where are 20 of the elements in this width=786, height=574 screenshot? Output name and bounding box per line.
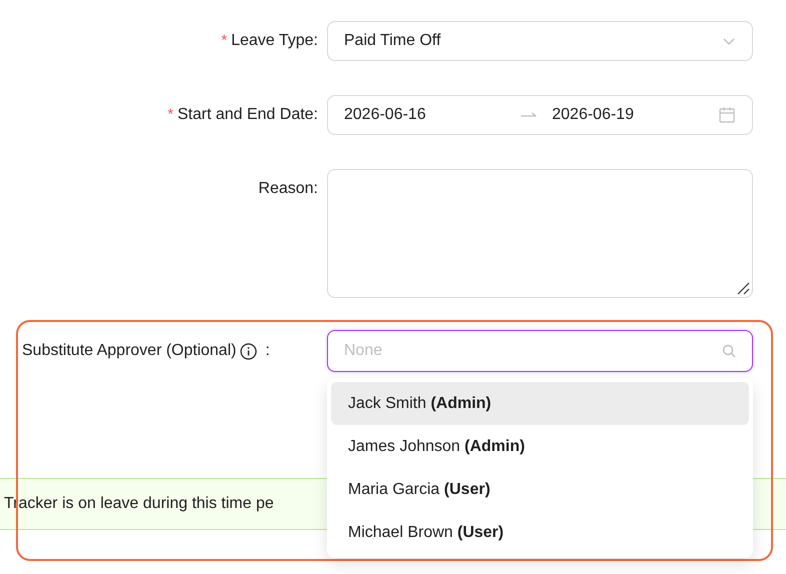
required-mark: *: [221, 30, 228, 51]
date-range-picker[interactable]: 2026-06-16 2026-06-19: [327, 95, 753, 135]
leave-type-select[interactable]: Paid Time Off: [327, 21, 753, 61]
calendar-icon: [718, 106, 736, 124]
end-date: 2026-06-19: [552, 105, 635, 125]
select-value: Paid Time Off: [344, 31, 441, 51]
approver-search-field[interactable]: None: [327, 330, 753, 372]
search-input[interactable]: None: [344, 339, 722, 363]
field-label: Substitute Approver (Optional): [22, 341, 236, 361]
required-mark: *: [168, 104, 174, 125]
reason-textarea[interactable]: [327, 169, 753, 298]
field-label: Reason:: [258, 179, 318, 199]
dropdown-option[interactable]: Jack Smith (Admin): [331, 382, 749, 425]
search-icon: [722, 344, 736, 358]
start-date: 2026-06-16: [344, 105, 427, 125]
field-label: Start and End Date:: [177, 105, 318, 125]
field-label: Leave Type:: [231, 31, 318, 51]
info-icon: [240, 342, 258, 360]
label-colon: :: [265, 341, 270, 361]
resize-handle-icon: [736, 281, 750, 295]
